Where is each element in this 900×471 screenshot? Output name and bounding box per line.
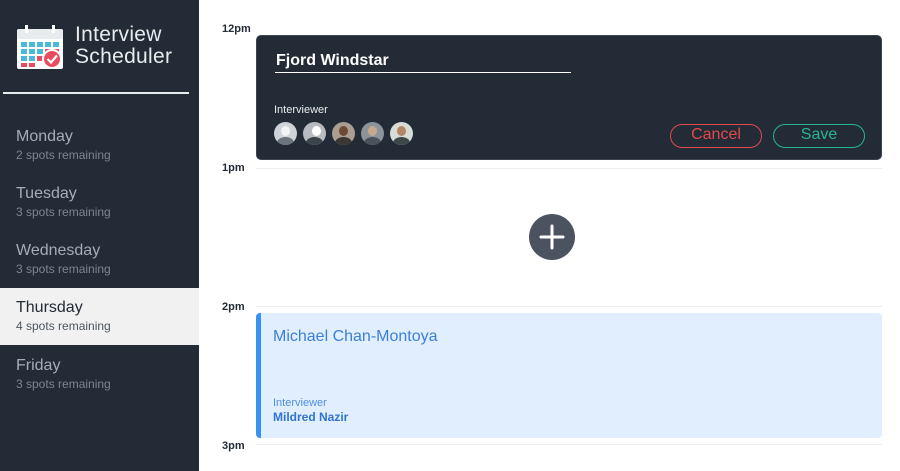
interviewer-list xyxy=(274,122,413,145)
day-name: Wednesday xyxy=(16,242,101,259)
day-spots: 3 spots remaining xyxy=(16,377,111,391)
day-spots: 2 spots remaining xyxy=(16,148,111,162)
day-spots: 3 spots remaining xyxy=(16,262,111,276)
interviewer-avatar[interactable] xyxy=(332,122,355,145)
day-name: Thursday xyxy=(16,299,83,316)
app-title-line1: Interview xyxy=(75,23,162,46)
appointment-form: Fjord Windstar Interviewer Cancel Save xyxy=(256,35,882,160)
day-spots: 4 spots remaining xyxy=(16,319,111,333)
appointment-card[interactable]: Michael Chan-Montoya Interviewer Mildred… xyxy=(256,313,882,438)
day-name: Friday xyxy=(16,357,61,374)
hour-separator xyxy=(256,444,882,445)
sidebar: Interview Scheduler Monday 2 spots remai… xyxy=(0,0,199,471)
sidebar-item-monday[interactable]: Monday 2 spots remaining xyxy=(0,117,199,174)
plus-icon xyxy=(539,224,565,250)
calendar-check-icon xyxy=(17,25,63,69)
appointment-interviewer-name: Mildred Nazir xyxy=(273,410,349,424)
hour-separator xyxy=(256,168,882,169)
interviewer-label: Interviewer xyxy=(274,104,328,116)
day-name: Tuesday xyxy=(16,185,77,202)
time-label-2pm: 2pm xyxy=(222,301,245,313)
app-title: Interview Scheduler xyxy=(75,24,172,68)
interviewer-avatar[interactable] xyxy=(303,122,326,145)
interviewer-avatar[interactable] xyxy=(361,122,384,145)
interviewer-avatar[interactable] xyxy=(390,122,413,145)
sidebar-item-thursday[interactable]: Thursday 4 spots remaining xyxy=(0,288,199,345)
time-label-1pm: 1pm xyxy=(222,162,245,174)
cancel-button[interactable]: Cancel xyxy=(670,124,762,148)
sidebar-item-wednesday[interactable]: Wednesday 3 spots remaining xyxy=(0,231,199,288)
time-label-12pm: 12pm xyxy=(222,23,251,35)
hour-separator xyxy=(256,306,882,307)
appointment-interviewer-label: Interviewer xyxy=(273,397,327,409)
appointment-student: Michael Chan-Montoya xyxy=(273,328,438,345)
app-title-line2: Scheduler xyxy=(75,45,173,68)
student-name-input[interactable]: Fjord Windstar xyxy=(275,52,571,73)
sidebar-divider xyxy=(3,92,189,94)
sidebar-item-tuesday[interactable]: Tuesday 3 spots remaining xyxy=(0,174,199,231)
day-spots: 3 spots remaining xyxy=(16,205,111,219)
day-name: Monday xyxy=(16,128,73,145)
interviewer-avatar[interactable] xyxy=(274,122,297,145)
time-label-3pm: 3pm xyxy=(222,440,245,452)
save-button[interactable]: Save xyxy=(773,124,865,148)
sidebar-item-friday[interactable]: Friday 3 spots remaining xyxy=(0,346,199,403)
add-appointment-button[interactable] xyxy=(529,214,575,260)
